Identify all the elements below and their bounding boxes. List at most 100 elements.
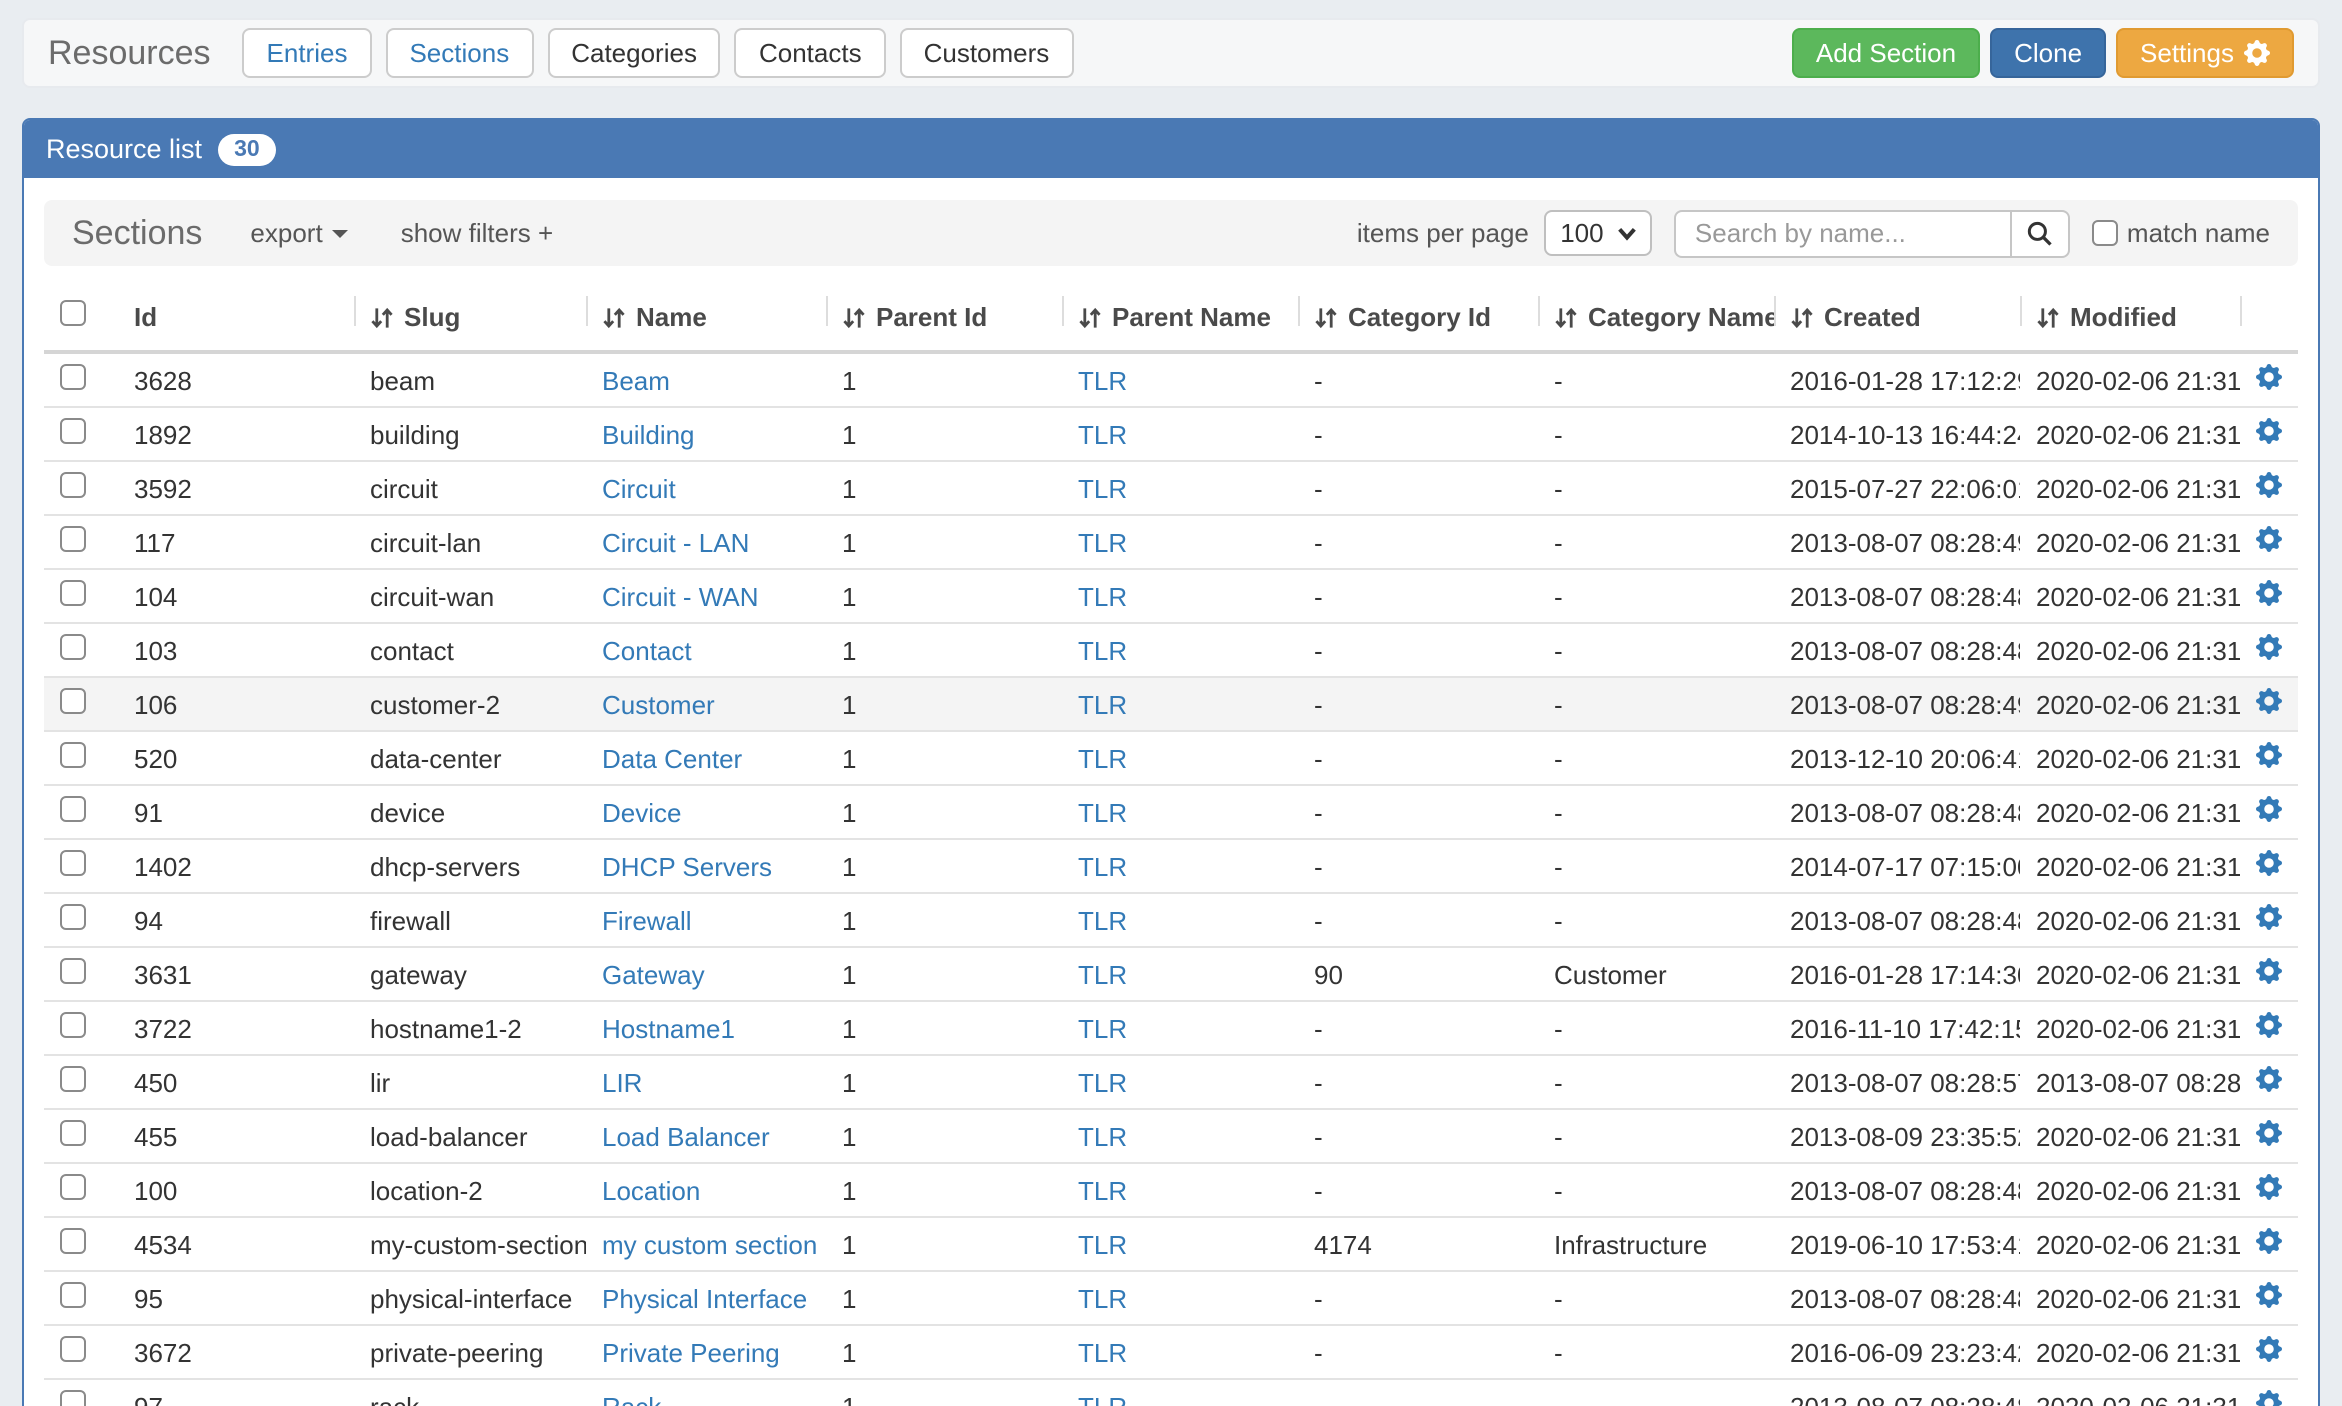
column-header-modified[interactable]: Modified: [2020, 282, 2240, 352]
parent-name-link[interactable]: TLR: [1078, 1337, 1127, 1367]
row-settings-button[interactable]: [2256, 1120, 2282, 1146]
export-dropdown[interactable]: export: [250, 218, 348, 248]
match-name-checkbox[interactable]: [2093, 220, 2119, 246]
row-settings-button[interactable]: [2256, 958, 2282, 984]
name-link[interactable]: Load Balancer: [602, 1121, 770, 1151]
parent-name-link[interactable]: TLR: [1078, 365, 1127, 395]
column-header-category_name[interactable]: Category Name: [1538, 282, 1774, 352]
add-section-button[interactable]: Add Section: [1792, 28, 1980, 78]
row-checkbox[interactable]: [60, 364, 86, 390]
row-checkbox[interactable]: [60, 1282, 86, 1308]
row-checkbox[interactable]: [60, 1336, 86, 1362]
row-settings-button[interactable]: [2256, 472, 2282, 498]
name-link[interactable]: Building: [602, 419, 695, 449]
search-button[interactable]: [2011, 209, 2071, 257]
name-link[interactable]: Hostname1: [602, 1013, 735, 1043]
items-per-page-select[interactable]: 100: [1545, 210, 1653, 256]
row-settings-button[interactable]: [2256, 1282, 2282, 1308]
name-link[interactable]: Location: [602, 1175, 700, 1205]
column-header-parent_id[interactable]: Parent Id: [826, 282, 1062, 352]
row-settings-button[interactable]: [2256, 580, 2282, 606]
settings-button[interactable]: Settings: [2116, 28, 2294, 78]
row-settings-button[interactable]: [2256, 1066, 2282, 1092]
row-checkbox[interactable]: [60, 796, 86, 822]
tab-sections[interactable]: Sections: [385, 28, 533, 78]
parent-name-link[interactable]: TLR: [1078, 797, 1127, 827]
name-link[interactable]: LIR: [602, 1067, 642, 1097]
tab-customers[interactable]: Customers: [900, 28, 1074, 78]
name-link[interactable]: Gateway: [602, 959, 705, 989]
parent-name-link[interactable]: TLR: [1078, 905, 1127, 935]
row-settings-button[interactable]: [2256, 526, 2282, 552]
row-settings-button[interactable]: [2256, 850, 2282, 876]
tab-categories[interactable]: Categories: [547, 28, 721, 78]
row-checkbox[interactable]: [60, 634, 86, 660]
row-checkbox[interactable]: [60, 904, 86, 930]
row-checkbox[interactable]: [60, 1066, 86, 1092]
row-settings-button[interactable]: [2256, 1012, 2282, 1038]
row-settings-button[interactable]: [2256, 688, 2282, 714]
show-filters-link[interactable]: show filters +: [401, 218, 553, 248]
clone-button[interactable]: Clone: [1990, 28, 2106, 78]
column-header-name[interactable]: Name: [586, 282, 826, 352]
name-link[interactable]: Firewall: [602, 905, 692, 935]
row-checkbox[interactable]: [60, 850, 86, 876]
row-checkbox[interactable]: [60, 472, 86, 498]
row-settings-button[interactable]: [2256, 742, 2282, 768]
select-all-checkbox[interactable]: [60, 300, 86, 326]
row-checkbox[interactable]: [60, 742, 86, 768]
name-link[interactable]: Rack: [602, 1391, 661, 1406]
row-settings-button[interactable]: [2256, 1228, 2282, 1254]
name-link[interactable]: Physical Interface: [602, 1283, 807, 1313]
tab-contacts[interactable]: Contacts: [735, 28, 886, 78]
parent-name-link[interactable]: TLR: [1078, 419, 1127, 449]
parent-name-link[interactable]: TLR: [1078, 1175, 1127, 1205]
name-link[interactable]: my custom section: [602, 1229, 817, 1259]
name-link[interactable]: Contact: [602, 635, 692, 665]
row-settings-button[interactable]: [2256, 796, 2282, 822]
row-checkbox[interactable]: [60, 958, 86, 984]
row-checkbox[interactable]: [60, 1120, 86, 1146]
parent-name-link[interactable]: TLR: [1078, 1391, 1127, 1406]
parent-name-link[interactable]: TLR: [1078, 851, 1127, 881]
parent-name-link[interactable]: TLR: [1078, 1121, 1127, 1151]
parent-name-link[interactable]: TLR: [1078, 473, 1127, 503]
name-link[interactable]: Customer: [602, 689, 715, 719]
name-link[interactable]: Circuit: [602, 473, 676, 503]
column-header-slug[interactable]: Slug: [354, 282, 586, 352]
parent-name-link[interactable]: TLR: [1078, 635, 1127, 665]
parent-name-link[interactable]: TLR: [1078, 1229, 1127, 1259]
row-settings-button[interactable]: [2256, 634, 2282, 660]
name-link[interactable]: Data Center: [602, 743, 742, 773]
parent-name-link[interactable]: TLR: [1078, 1067, 1127, 1097]
row-settings-button[interactable]: [2256, 904, 2282, 930]
row-settings-button[interactable]: [2256, 1174, 2282, 1200]
name-link[interactable]: Device: [602, 797, 682, 827]
row-checkbox[interactable]: [60, 1390, 86, 1406]
name-link[interactable]: Beam: [602, 365, 670, 395]
column-header-created[interactable]: Created: [1774, 282, 2020, 352]
row-settings-button[interactable]: [2256, 418, 2282, 444]
parent-name-link[interactable]: TLR: [1078, 1283, 1127, 1313]
parent-name-link[interactable]: TLR: [1078, 959, 1127, 989]
row-checkbox[interactable]: [60, 1174, 86, 1200]
parent-name-link[interactable]: TLR: [1078, 527, 1127, 557]
column-header-parent_name[interactable]: Parent Name: [1062, 282, 1298, 352]
name-link[interactable]: Circuit - LAN: [602, 527, 749, 557]
row-settings-button[interactable]: [2256, 1336, 2282, 1362]
search-input[interactable]: [1675, 209, 2011, 257]
row-checkbox[interactable]: [60, 580, 86, 606]
row-settings-button[interactable]: [2256, 364, 2282, 390]
name-link[interactable]: Circuit - WAN: [602, 581, 759, 611]
parent-name-link[interactable]: TLR: [1078, 1013, 1127, 1043]
tab-entries[interactable]: Entries: [243, 28, 372, 78]
parent-name-link[interactable]: TLR: [1078, 581, 1127, 611]
row-checkbox[interactable]: [60, 526, 86, 552]
row-checkbox[interactable]: [60, 688, 86, 714]
column-header-category_id[interactable]: Category Id: [1298, 282, 1538, 352]
row-checkbox[interactable]: [60, 1228, 86, 1254]
row-checkbox[interactable]: [60, 418, 86, 444]
row-checkbox[interactable]: [60, 1012, 86, 1038]
row-settings-button[interactable]: [2256, 1390, 2282, 1406]
parent-name-link[interactable]: TLR: [1078, 743, 1127, 773]
